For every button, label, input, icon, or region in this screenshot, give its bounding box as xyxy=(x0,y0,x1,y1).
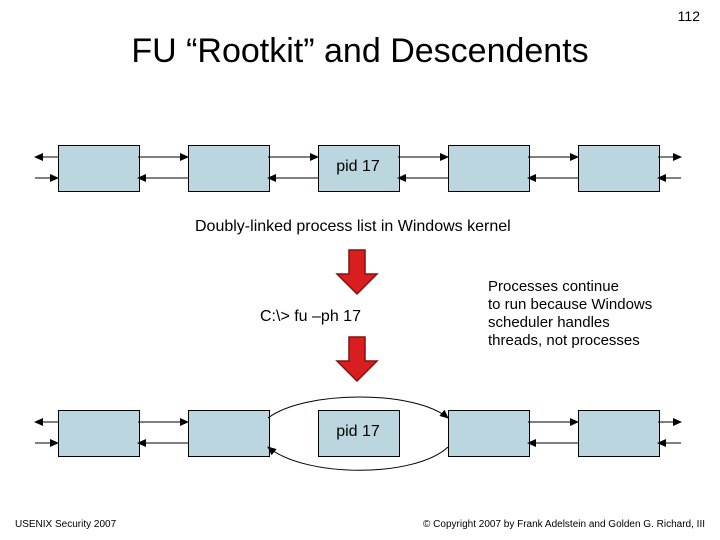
footer-left: USENIX Security 2007 xyxy=(15,519,116,530)
footer-right: © Copyright 2007 by Frank Adelstein and … xyxy=(423,519,705,530)
linked-list-arrows-bottom xyxy=(0,0,720,520)
slide: 112 FU “Rootkit” and Descendents pid 17 … xyxy=(0,0,720,540)
